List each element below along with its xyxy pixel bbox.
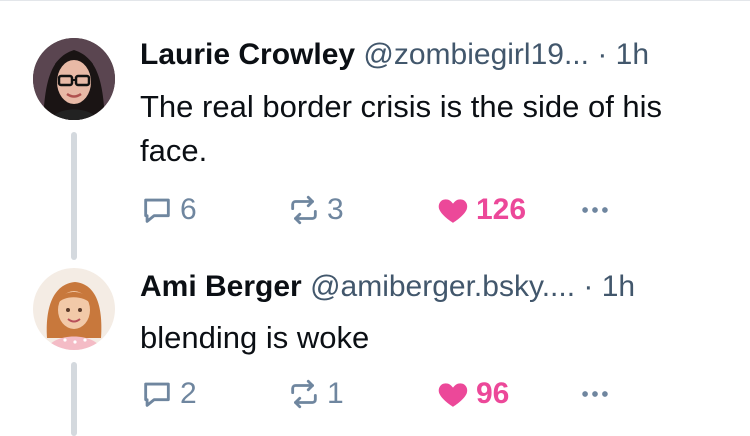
reply-icon: [144, 382, 170, 407]
reply-icon: [144, 198, 170, 223]
repost-button[interactable]: 1: [287, 374, 344, 414]
post-actions: 6 3 126: [140, 190, 640, 230]
repost-icon: [291, 379, 317, 409]
like-button[interactable]: 126: [436, 190, 526, 230]
author-name[interactable]: Ami Berger: [140, 270, 302, 303]
reply-button[interactable]: 2: [140, 374, 197, 414]
thread-line: [71, 362, 77, 436]
separator-dot: ·: [583, 270, 594, 303]
like-button[interactable]: 96: [436, 374, 509, 414]
author-handle[interactable]: @zombiegirl19...: [363, 38, 589, 71]
post[interactable]: Ami Berger @amiberger.bsky.... · 1h blen…: [0, 250, 750, 436]
post[interactable]: Laurie Crowley @zombiegirl19... · 1h The…: [0, 0, 750, 260]
repost-button[interactable]: 3: [287, 190, 344, 230]
reply-button[interactable]: 6: [140, 190, 197, 230]
post-time[interactable]: 1h: [616, 38, 649, 71]
more-options-button[interactable]: [578, 190, 618, 230]
repost-count: 1: [327, 377, 344, 410]
reply-count: 6: [180, 193, 197, 226]
post-time[interactable]: 1h: [602, 270, 635, 303]
heart-icon: [438, 199, 468, 223]
post-text: blending is woke: [140, 320, 370, 355]
more-icon: [582, 391, 608, 397]
avatar[interactable]: [33, 268, 115, 350]
like-count: 96: [476, 377, 510, 410]
more-options-button[interactable]: [578, 374, 618, 414]
post-actions: 2 1 96: [140, 374, 640, 414]
post-text: The real border crisis is the side of hi…: [140, 89, 663, 168]
more-icon: [582, 207, 608, 213]
like-count: 126: [476, 193, 527, 226]
author-handle[interactable]: @amiberger.bsky....: [310, 270, 575, 303]
repost-icon: [291, 195, 317, 225]
thread-line: [71, 132, 77, 260]
separator-dot: ·: [597, 38, 608, 71]
reply-count: 2: [180, 377, 197, 410]
post-header: Laurie Crowley @zombiegirl19... · 1h: [140, 37, 649, 73]
post-header: Ami Berger @amiberger.bsky.... · 1h: [140, 269, 635, 305]
heart-icon: [438, 383, 468, 407]
avatar[interactable]: [33, 38, 115, 120]
author-name[interactable]: Laurie Crowley: [140, 38, 355, 71]
repost-count: 3: [327, 193, 344, 226]
